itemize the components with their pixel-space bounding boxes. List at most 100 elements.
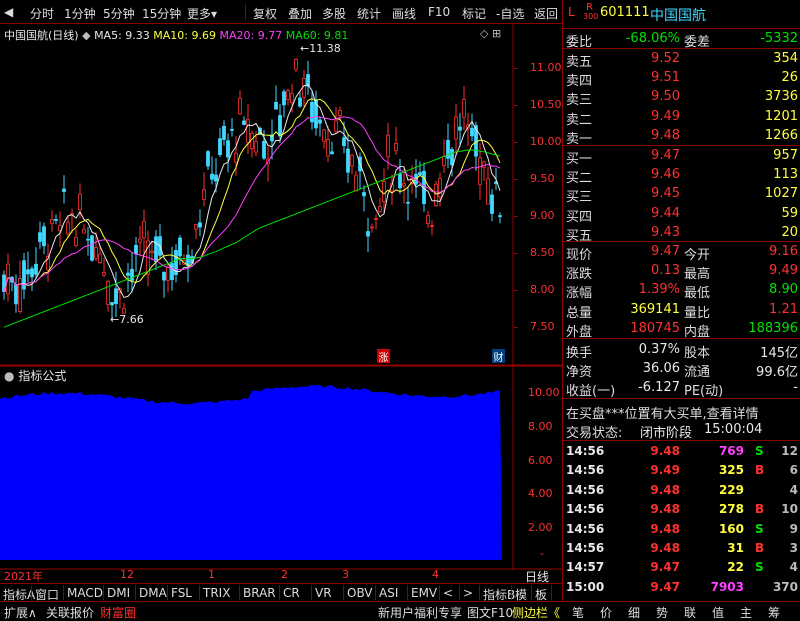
indicator-tab[interactable]: < [443,586,453,600]
info-value-2: - [793,380,798,395]
indicator-tab[interactable]: DMI [107,586,130,600]
toolbar-item-5min[interactable]: 5分钟 [103,5,135,22]
notice-row[interactable]: 在买盘***位置有大买单,查看详情 [562,402,800,422]
tick-time: 14:56 [566,541,605,555]
indicator-tab[interactable]: CR [283,586,300,600]
toolbar-item-mark[interactable]: 标记 [462,5,486,22]
tab-divider [343,585,344,600]
bid-volume: 957 [773,148,798,163]
candle-body [278,115,282,137]
candle-body [202,189,206,200]
indicator-tab[interactable]: > [463,586,473,600]
trade-status-row: 交易状态: 闭市阶段 15:00:04 [562,421,800,441]
toolbar-item-minute[interactable]: 分时 [30,5,54,22]
candle-body [98,253,102,264]
stat-label-2: 今开 [684,248,711,263]
dropdown-circle-icon[interactable]: ● [4,369,14,383]
tab-divider [199,585,200,600]
indicator-tab[interactable]: BRAR [243,586,276,600]
dropdown-icon[interactable]: ◆ [82,29,90,42]
tick-side: S [755,521,764,536]
tick-time: 14:56 [566,444,605,458]
indicator-tick-dash: - [540,546,544,560]
candle-body [166,266,170,281]
candle-body [482,161,486,168]
badge-finance[interactable]: 财 [492,349,505,364]
candle-body [86,238,90,241]
bid-price: 9.46 [651,167,680,183]
chart-option-icons[interactable]: ◇ ⊞ [480,27,501,40]
stat-label-2: 最低 [684,286,711,302]
badge-up[interactable]: 涨 [377,349,390,364]
toolbar-item-multi[interactable]: 多股 [322,5,346,22]
candle-body [38,232,42,242]
indicator-tab[interactable]: OBV [347,586,373,600]
candle-body [206,151,210,167]
indicator-tab[interactable]: FSL [171,586,192,600]
kline-chart[interactable] [0,24,562,570]
candle-body [298,97,302,107]
tab-divider [531,585,532,600]
related-quote-button[interactable]: 关联报价 [46,604,94,621]
tick-time: 14:57 [566,560,605,575]
candle-body [138,238,142,243]
indicator-tab[interactable]: ASI [379,586,398,600]
new-user-marquee[interactable]: 新用户福利专享 [378,604,462,621]
tick-price: 9.48 [650,541,680,555]
candle-body [66,222,70,235]
toolbar-item-1min[interactable]: 1分钟 [64,5,96,22]
indicator-tab[interactable]: DMA [139,586,167,600]
price-tick: 7.50 [530,320,555,334]
stat-label-2: 量比 [684,305,711,321]
toolbar-item-self[interactable]: -自选 [496,5,524,22]
toolbar-item-back[interactable]: 返回 [534,5,558,22]
candle-body [34,263,38,275]
ask-label: 卖二 [566,112,593,128]
candle-body [78,193,82,211]
indicator-title[interactable]: ● 指标公式 [4,367,66,384]
sidebar-toggle[interactable]: 侧边栏《 [512,604,560,621]
toolbar-item-fuquan[interactable]: 复权 [253,5,277,22]
candle-body [458,126,462,131]
tick-volume: 278 [718,502,744,517]
toolbar-item-draw[interactable]: 画线 [392,5,416,22]
indicator-tab[interactable]: MACD [67,586,103,600]
tick-row: 14:56 9.48 160 S 9 [562,521,800,539]
tick-row: 14:56 9.48 278 B 10 [562,501,800,519]
info-value: 0.37% [638,342,680,357]
toolbar-item-15min[interactable]: 15分钟 [142,5,181,22]
f10-button[interactable]: 图文F10 [467,604,513,621]
tick-count: 3 [789,541,798,555]
bid-label: 买三 [566,190,593,206]
tick-price: 9.47 [650,560,680,575]
indicator-area [0,384,502,560]
info-label-2: 流通 [684,365,711,380]
tick-count: 4 [789,482,798,497]
toolbar-item-f10[interactable]: F10 [428,5,450,19]
toolbar-item-stats[interactable]: 统计 [357,5,381,22]
big-order-notice[interactable]: 在买盘***位置有大买单,查看详情 [566,403,759,422]
tick-count: 370 [772,579,798,594]
indicator-tab[interactable]: TRIX [203,586,230,600]
quote-panel: L R 300 601111 中国国航 委比 -68.06% 委差 -5332 … [562,0,800,620]
candle-body [430,225,434,228]
wealth-circle-button[interactable]: 财富圈 [100,604,136,621]
back-arrow-icon[interactable]: ◀ [4,5,13,19]
candle-body [286,90,290,100]
indicator-tab[interactable]: EMV [411,586,437,600]
toolbar-item-overlay[interactable]: 叠加 [288,5,312,22]
indicator-tab[interactable]: VR [315,586,332,600]
price-tick: 10.50 [530,98,562,112]
candle-body [254,141,258,153]
expand-button[interactable]: 扩展∧ [4,604,37,621]
candle-body [318,119,322,124]
tab-divider [31,585,32,600]
candle-body [322,129,326,142]
stat-value: 1.39% [638,282,680,298]
toolbar-item-more[interactable]: 更多▾ [187,5,217,22]
bid-label: 买二 [566,171,593,187]
ask-price: 9.52 [651,51,680,66]
candle-body [90,235,94,261]
price-tick: 9.50 [530,172,555,186]
tick-count: 12 [781,444,798,458]
